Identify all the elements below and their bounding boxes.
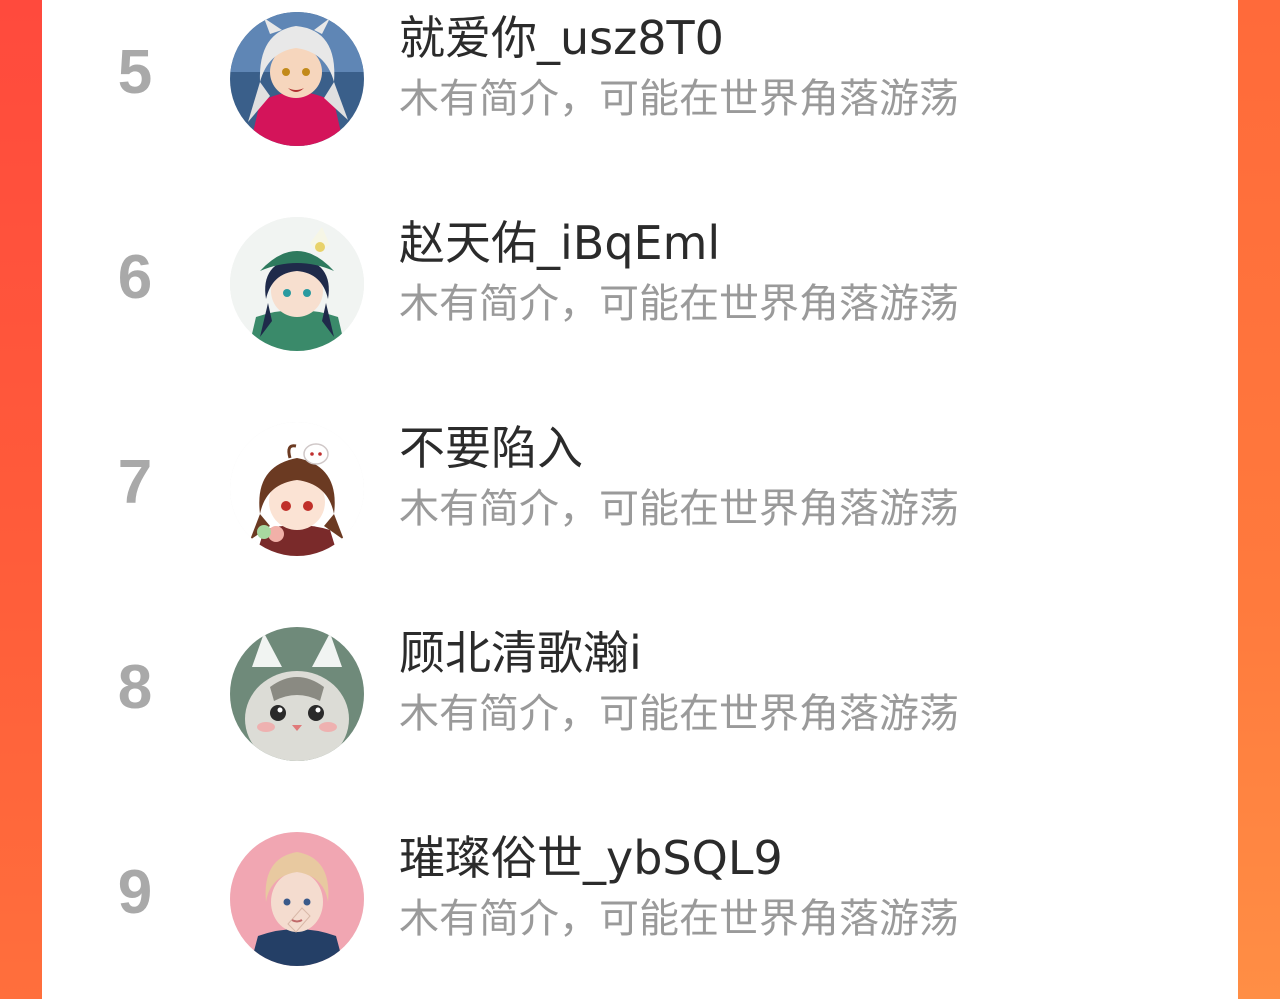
rank-number: 5	[117, 38, 153, 107]
illustrated-person-avatar-icon	[230, 832, 364, 966]
user-name[interactable]: 赵天佑_iBqEml	[399, 215, 720, 271]
user-avatar[interactable]	[230, 12, 364, 146]
anime-brown-hair-girl-avatar-icon	[230, 422, 364, 556]
user-name[interactable]: 不要陷入	[399, 420, 583, 476]
ranking-list-item[interactable]: 5 就爱你_usz8T0 木有简介，可能在世界角落游荡	[42, 0, 1238, 150]
user-name[interactable]: 就爱你_usz8T0	[399, 10, 724, 66]
user-bio: 木有简介，可能在世界角落游荡	[399, 896, 959, 942]
user-avatar[interactable]	[230, 217, 364, 351]
user-bio: 木有简介，可能在世界角落游荡	[399, 76, 959, 122]
user-avatar[interactable]	[230, 832, 364, 966]
rank-number: 6	[117, 243, 153, 312]
ranking-list-item[interactable]: 6 赵天佑_iBqEml 木有简介，可能在世界角落游荡	[42, 205, 1238, 355]
anime-green-hat-avatar-icon	[230, 217, 364, 351]
user-bio: 木有简介，可能在世界角落游荡	[399, 691, 959, 737]
ranking-list-item[interactable]: 8 顾北清歌瀚i 木有简介，可能在世界角落游荡	[42, 615, 1238, 765]
ranking-list-card: 5 就爱你_usz8T0 木有简介，可能在世界角落游荡 6 赵天佑_iBqEml…	[42, 0, 1238, 999]
user-name[interactable]: 顾北清歌瀚i	[399, 625, 642, 681]
rank-number: 8	[117, 653, 153, 722]
right-edge-background	[1238, 0, 1280, 999]
ranking-list-item[interactable]: 7 不要陷入 木有简介，可能在世界角落游荡	[42, 410, 1238, 560]
rank-number: 7	[117, 448, 153, 517]
user-bio: 木有简介，可能在世界角落游荡	[399, 281, 959, 327]
ranking-list-item[interactable]: 9 璀璨俗世_ybSQL9 木有简介，可能在世界角落游荡	[42, 820, 1238, 970]
user-avatar[interactable]	[230, 422, 364, 556]
user-avatar[interactable]	[230, 627, 364, 761]
user-name[interactable]: 璀璨俗世_ybSQL9	[399, 830, 783, 886]
rank-number: 9	[117, 858, 153, 927]
user-bio: 木有简介，可能在世界角落游荡	[399, 486, 959, 532]
anime-white-hair-avatar-icon	[230, 12, 364, 146]
cat-avatar-icon	[230, 627, 364, 761]
